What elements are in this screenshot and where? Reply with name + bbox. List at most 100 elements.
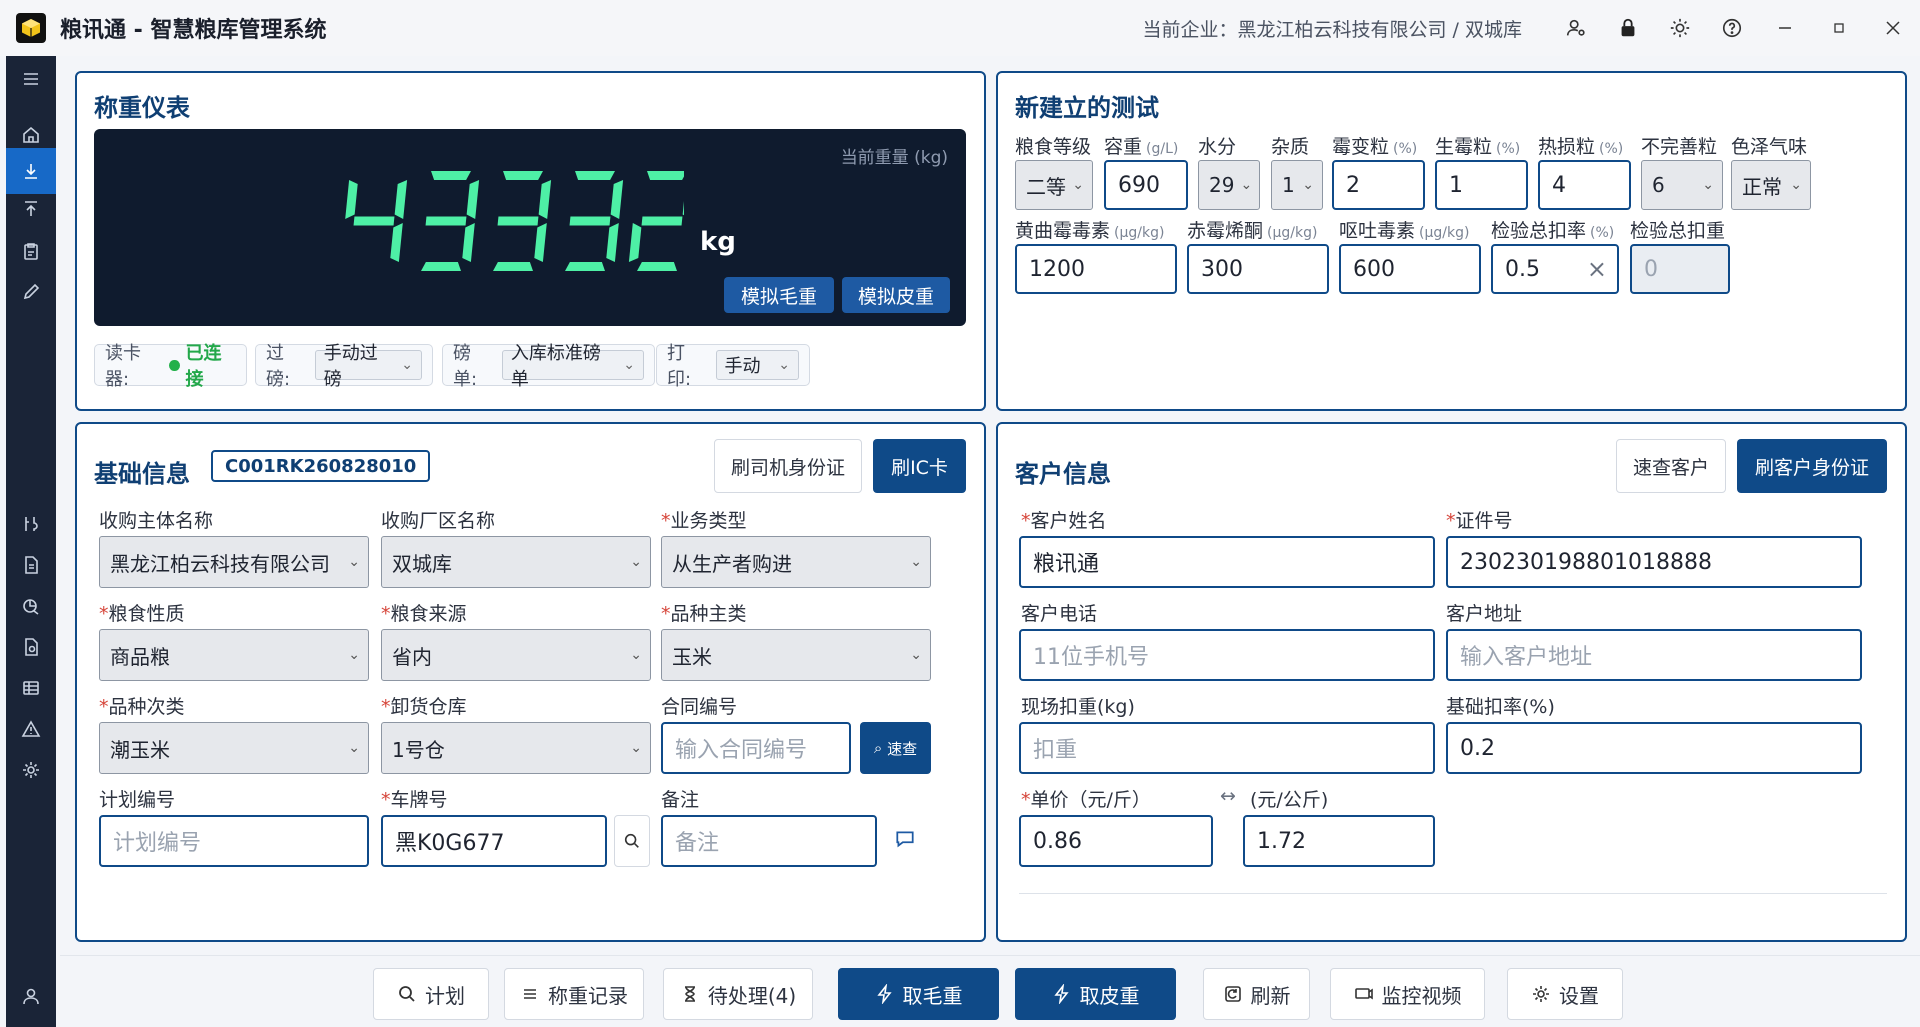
color-odor-select[interactable]: 正常 ⌄ (1731, 160, 1811, 210)
warehouse-select[interactable]: 1号仓 ⌄ (381, 722, 651, 774)
plan-button[interactable]: 计划 (373, 968, 489, 1020)
main-variety-select[interactable]: 玉米 ⌄ (661, 629, 931, 681)
search-icon (399, 986, 415, 1002)
base-rate-input[interactable]: 0.2 (1446, 722, 1862, 774)
sub-variety-select[interactable]: 潮玉米 ⌄ (99, 722, 369, 774)
pending-button[interactable]: 待处理(4) (663, 968, 813, 1020)
id-number-input[interactable]: 230230198801018888 (1446, 536, 1862, 588)
chevron-down-icon: ⌄ (401, 357, 413, 373)
plate-input[interactable]: 黑K0G677 (381, 815, 607, 867)
pass-mode-group: 过磅: 手动过磅 ⌄ (255, 343, 433, 390)
buyer-label: 收购主体名称 (99, 510, 214, 532)
chart-icon[interactable] (6, 583, 56, 629)
aflatoxin-input[interactable]: 1200 (1015, 244, 1177, 294)
menu-icon[interactable] (6, 56, 56, 102)
grain-source-label: *粮食来源 (381, 603, 467, 625)
impurity-select[interactable]: 1 ⌄ (1271, 160, 1323, 210)
note-label: 备注 (661, 789, 700, 811)
app-logo-icon (16, 13, 46, 43)
chevron-down-icon: ⌄ (348, 740, 360, 756)
zearalenone-input[interactable]: 300 (1187, 244, 1329, 294)
chevron-down-icon: ⌄ (623, 357, 635, 373)
chevron-down-icon: ⌄ (630, 740, 642, 756)
settings-icon[interactable] (6, 747, 56, 793)
clipboard-icon[interactable] (6, 228, 56, 274)
buyer-select[interactable]: 黑龙江柏云科技有限公司 ⌄ (99, 536, 369, 588)
pencil-icon[interactable] (6, 269, 56, 315)
moisture-select[interactable]: 29 ⌄ (1198, 160, 1260, 210)
user-switch-icon[interactable] (1554, 6, 1598, 50)
imperfect-select[interactable]: 6 ⌄ (1641, 160, 1723, 210)
user-icon[interactable] (6, 973, 56, 1019)
business-type-select[interactable]: 从生产者购进 ⌄ (661, 536, 931, 588)
help-icon[interactable] (1710, 6, 1754, 50)
color-odor-label: 色泽气味 (1731, 136, 1808, 158)
settings-button[interactable]: 设置 (1507, 968, 1623, 1020)
monitor-video-button[interactable]: 监控视频 (1330, 968, 1485, 1020)
plate-search-icon[interactable] (614, 815, 650, 867)
ic-card-button[interactable]: 刷IC卡 (873, 439, 966, 493)
contract-quick-search-button[interactable]: ⌕ 速查 (860, 722, 931, 774)
digit-segment (431, 171, 471, 180)
unit-price-kg-input[interactable]: 1.72 (1243, 815, 1435, 867)
pass-mode-select[interactable]: 手动过磅 ⌄ (314, 343, 422, 390)
refresh-button[interactable]: 刷新 (1203, 968, 1310, 1020)
grain-nature-select[interactable]: 商品粮 ⌄ (99, 629, 369, 681)
warning-icon[interactable] (6, 706, 56, 752)
simulate-tare-button[interactable]: 模拟皮重 (842, 277, 950, 313)
density-input[interactable]: 690 (1104, 160, 1188, 210)
total-rate-label: 检验总扣率 (%) (1491, 220, 1615, 242)
gear-icon (1533, 986, 1549, 1002)
simulate-gross-button[interactable]: 模拟毛重 (724, 277, 834, 313)
current-company: 当前企业：黑龙江柏云科技有限公司 / 双城库 (1142, 18, 1522, 41)
grain-nature-label: *粮食性质 (99, 603, 185, 625)
lock-icon[interactable] (1606, 6, 1650, 50)
clear-icon[interactable]: × (1587, 255, 1607, 283)
customer-name-input[interactable]: 粮讯通 (1019, 536, 1435, 588)
moisture-label: 水分 (1198, 136, 1237, 158)
comment-icon[interactable] (894, 828, 920, 854)
card-reader-status: 读卡器: 已连接 (94, 343, 247, 390)
sidebar (6, 56, 56, 1027)
digit-segment (390, 223, 403, 262)
driver-id-button[interactable]: 刷司机身份证 (714, 439, 862, 493)
upload-icon[interactable] (6, 186, 56, 232)
print-mode-select[interactable]: 手动 ⌄ (715, 350, 799, 380)
digit-segment (466, 180, 480, 219)
base-rate-label: 基础扣率(%) (1446, 696, 1555, 718)
take-tare-button[interactable]: 取皮重 (1015, 968, 1176, 1020)
total-rate-input[interactable]: 0.5 × (1491, 244, 1619, 294)
customer-phone-input[interactable]: 11位手机号 (1019, 629, 1435, 681)
grain-source-select[interactable]: 省内 ⌄ (381, 629, 651, 681)
plan-number-input[interactable]: 计划编号 (99, 815, 369, 867)
digit-segment (462, 223, 475, 262)
vomitoxin-input[interactable]: 600 (1339, 244, 1481, 294)
records-button[interactable]: 称重记录 (504, 968, 644, 1020)
unit-price-jin-label: *单价（元/斤） (1021, 789, 1151, 811)
site-deduct-input[interactable]: 扣重 (1019, 722, 1435, 774)
unit-price-kg-label: (元/公斤) (1250, 789, 1329, 811)
bill-type-select[interactable]: 入库标准磅单 ⌄ (501, 343, 644, 390)
theme-icon[interactable] (1658, 6, 1702, 50)
plant-select[interactable]: 双城库 ⌄ (381, 536, 651, 588)
grade-select[interactable]: 二等 ⌄ (1015, 160, 1093, 210)
table-icon[interactable] (6, 665, 56, 711)
customer-address-input[interactable]: 输入客户地址 (1446, 629, 1862, 681)
customer-id-button[interactable]: 刷客户身份证 (1737, 439, 1887, 493)
digit-segment (682, 180, 696, 219)
note-input[interactable]: 备注 (661, 815, 877, 867)
lightning-icon (1053, 984, 1069, 1004)
quick-customer-button[interactable]: 速查客户 (1616, 439, 1726, 493)
unit-price-jin-input[interactable]: 0.86 (1019, 815, 1213, 867)
raw-mildew-input[interactable]: 1 (1435, 160, 1528, 210)
close-icon[interactable] (1866, 6, 1920, 50)
document-icon[interactable] (6, 542, 56, 588)
heat-damage-input[interactable]: 4 (1538, 160, 1631, 210)
take-gross-button[interactable]: 取毛重 (838, 968, 999, 1020)
tools-icon[interactable] (6, 501, 56, 547)
contract-input[interactable]: 输入合同编号 (661, 722, 851, 774)
minimize-icon[interactable] (1758, 6, 1812, 50)
maximize-icon[interactable] (1812, 6, 1866, 50)
mildew-input[interactable]: 2 (1332, 160, 1425, 210)
report-icon[interactable] (6, 624, 56, 670)
